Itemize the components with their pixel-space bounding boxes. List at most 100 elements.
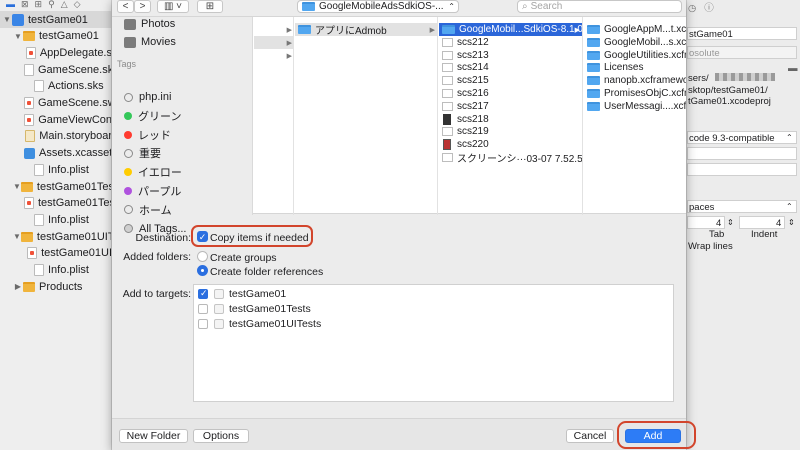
sidebar-tag-item[interactable]: 重要	[124, 144, 161, 162]
storyboard-icon	[25, 130, 36, 143]
folder-icon[interactable]: ▬	[788, 63, 798, 74]
sidebar-tag-item[interactable]: イエロー	[124, 163, 182, 181]
navigator-item[interactable]: Assets.xcasset	[0, 145, 111, 162]
list-item[interactable]: GoogleUtilities.xcframework	[584, 49, 686, 62]
list-item[interactable]: scs213	[439, 49, 582, 62]
list-item[interactable]: PromisesObjC.xcframework	[584, 87, 686, 100]
navigator-item[interactable]: ▼ testGame01	[0, 28, 111, 45]
list-item[interactable]: UserMessagi....xcframework	[584, 100, 686, 113]
tag-empty-dot-icon	[124, 148, 133, 158]
create-folder-refs-label: Create folder references	[210, 266, 324, 278]
list-item[interactable]: scs215	[439, 74, 582, 87]
indent-using-select[interactable]: paces ⌃	[687, 200, 797, 213]
navigator-item[interactable]: Info.plist	[0, 161, 111, 178]
list-item[interactable]: GoogleMobil...SdkiOS-8.1.0 ▶	[439, 23, 582, 36]
copy-items-label: Copy items if needed	[210, 232, 309, 244]
sidebar-item-photos[interactable]: Photos	[124, 15, 175, 33]
navigator-item[interactable]: ▼ testGame01UITes	[0, 228, 111, 245]
list-item[interactable]: アプリにAdmob ▶	[295, 23, 437, 36]
add-button[interactable]: Add	[625, 429, 681, 443]
navigator-item[interactable]: ▶ Products	[0, 278, 111, 295]
navigator-item[interactable]: Info.plist	[0, 262, 111, 279]
indent-width-field[interactable]: 4	[739, 216, 785, 229]
symbol-navigator-icon[interactable]: ⊞	[35, 0, 43, 9]
copy-items-checkbox[interactable]: ✓	[197, 231, 208, 242]
list-item[interactable]: scs214	[439, 61, 582, 74]
inspector-name-field[interactable]: stGame01	[687, 27, 797, 40]
source-control-icon[interactable]: ⊠	[21, 0, 29, 9]
navigator-item[interactable]: Main.storyboar	[0, 128, 111, 145]
create-folder-refs-radio[interactable]	[197, 265, 208, 276]
sidebar-tag-item[interactable]: php.ini	[124, 88, 171, 106]
target-checkbox[interactable]	[198, 288, 208, 299]
sidebar-tag-item[interactable]: グリーン	[124, 107, 181, 125]
view-mode-button[interactable]: ▥ ˅	[157, 0, 189, 13]
navigator-item-label: testGame01UI	[41, 247, 112, 260]
cancel-button[interactable]: Cancel	[566, 429, 614, 443]
target-row[interactable]: testGame01Tests	[198, 302, 311, 316]
new-folder-icon[interactable]: ⊞	[197, 0, 223, 13]
disclosure-down-icon[interactable]: ▼	[13, 32, 23, 41]
search-field[interactable]: ⌕ Search	[517, 0, 682, 13]
inspector-tabs-icon[interactable]: ◷ ⓘ	[688, 0, 714, 14]
list-item[interactable]: ▶	[254, 36, 294, 49]
target-row[interactable]: testGame01	[198, 287, 286, 301]
list-item[interactable]: scs220	[439, 138, 582, 151]
list-item[interactable]: Licenses	[584, 61, 686, 74]
location-popup[interactable]: GoogleMobileAdsSdkiOS-... ⌃	[297, 0, 459, 13]
disclosure-down-icon[interactable]: ▼	[13, 182, 21, 191]
new-folder-button[interactable]: New Folder	[119, 429, 188, 443]
forward-button[interactable]: >	[134, 0, 151, 13]
list-item[interactable]: GoogleMobil...s.xcframework	[584, 36, 686, 49]
navigator-item[interactable]: GameViewCon	[0, 111, 112, 128]
disclosure-down-icon[interactable]: ▼	[2, 15, 12, 24]
list-item[interactable]: スクリーンシ···03-07 7.52.55	[439, 151, 582, 164]
inspector-blank-field-2[interactable]	[687, 163, 797, 176]
back-button[interactable]: <	[117, 0, 134, 13]
inspector-blank-field-1[interactable]	[687, 147, 797, 160]
list-item[interactable]: scs216	[439, 87, 582, 100]
sidebar-tag-item[interactable]: パープル	[124, 182, 181, 200]
navigator-item[interactable]: Actions.sks	[0, 78, 111, 95]
issue-navigator-icon[interactable]: △	[61, 0, 68, 9]
sidebar-item-movies[interactable]: Movies	[124, 33, 176, 51]
navigator-item[interactable]: ▼ testGame01	[0, 11, 111, 28]
target-checkbox[interactable]	[198, 304, 208, 314]
navigator-item-label: GameViewCon	[38, 113, 112, 126]
navigator-item[interactable]: testGame01UI	[0, 245, 112, 262]
disclosure-right-icon[interactable]: ▶	[13, 282, 23, 291]
tab-stepper-icon[interactable]: ⇕	[727, 218, 734, 227]
list-item[interactable]: ▶	[254, 23, 294, 36]
list-item[interactable]: GoogleAppM...t.xcframework	[584, 23, 686, 36]
navigator-item[interactable]: testGame01Tes	[0, 195, 111, 212]
project-navigator-icon[interactable]: ▬	[6, 0, 15, 9]
find-navigator-icon[interactable]: ⚲	[48, 0, 55, 9]
indent-stepper-icon[interactable]: ⇕	[788, 218, 795, 227]
options-button[interactable]: Options	[193, 429, 249, 443]
list-item[interactable]: scs212	[439, 36, 582, 49]
navigator-item[interactable]: AppDelegate.s	[0, 44, 111, 61]
navigator-item[interactable]: GameScene.sks	[0, 61, 111, 78]
navigator-item[interactable]: Info.plist	[0, 211, 111, 228]
test-navigator-icon[interactable]: ◇	[74, 0, 81, 9]
list-item[interactable]: scs219	[439, 125, 582, 138]
project-format-select[interactable]: code 9.3-compatible ⌃	[687, 131, 797, 144]
list-item[interactable]: scs217	[439, 100, 582, 113]
disclosure-down-icon[interactable]: ▼	[13, 232, 21, 241]
inspector-location-select[interactable]: osolute	[687, 46, 797, 59]
project-navigator: ▬ ⊠ ⊞ ⚲ △ ◇ ▼ testGame01 ▼ testGame01 AppDel…	[0, 0, 112, 450]
list-item-label: scs214	[457, 62, 489, 74]
sidebar-tag-item[interactable]: レッド	[124, 126, 171, 144]
sidebar-tag-item[interactable]: ホーム	[124, 201, 172, 219]
navigator-item[interactable]: GameScene.sw	[0, 95, 111, 112]
list-item-label: scs213	[457, 49, 489, 61]
list-item[interactable]: nanopb.xcframework	[584, 74, 686, 87]
navigator-item[interactable]: ▼ testGame01Tests	[0, 178, 111, 195]
create-groups-radio[interactable]	[197, 251, 208, 262]
list-item[interactable]: ▶	[254, 49, 294, 62]
target-checkbox[interactable]	[198, 319, 208, 329]
target-row[interactable]: testGame01UITests	[198, 317, 321, 331]
list-item[interactable]: scs218	[439, 113, 582, 126]
tab-width-field[interactable]: 4	[687, 216, 725, 229]
target-label: testGame01Tests	[229, 303, 311, 315]
